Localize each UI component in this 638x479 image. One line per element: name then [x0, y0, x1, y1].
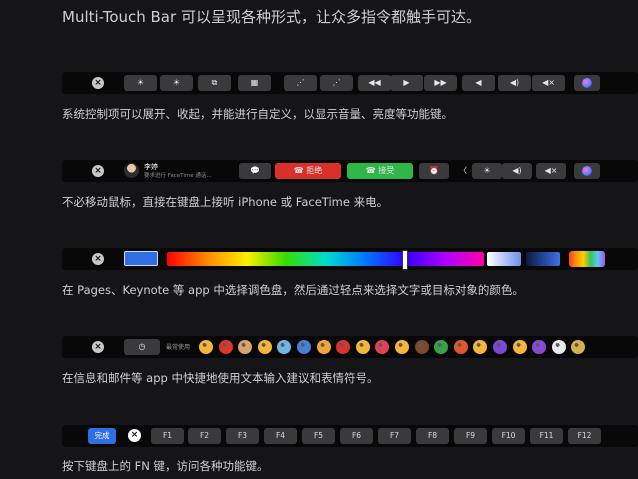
alarm-button[interactable]: ⏰	[419, 163, 449, 179]
emoji-17-icon[interactable]	[512, 340, 527, 354]
color-palette-button[interactable]	[569, 251, 605, 267]
phone-hangup-icon: ☎	[293, 166, 307, 175]
touch-bar-function-keys: 完成 × F1 F2 F3 F4 F5 F6 F7 F8 F9 F10 F11 …	[62, 425, 638, 447]
f12-key[interactable]: F12	[568, 428, 601, 444]
emoji-16-icon[interactable]	[493, 340, 507, 354]
accept-label: 接受	[378, 166, 395, 175]
decline-call-button[interactable]: ☎ 拒绝	[275, 163, 341, 179]
play-pause-button[interactable]: ▶	[390, 75, 423, 91]
close-icon[interactable]: ×	[92, 165, 104, 177]
emoji-19-icon[interactable]	[551, 340, 566, 354]
clock-icon: ◷	[138, 342, 146, 351]
emoji-12-icon[interactable]	[414, 340, 429, 354]
expand-controls-button[interactable]: 〈	[454, 163, 472, 179]
avatar	[124, 163, 139, 178]
f9-key[interactable]: F9	[454, 428, 487, 444]
fast-forward-button[interactable]: ▶▶	[424, 75, 457, 91]
f4-key[interactable]: F4	[264, 428, 297, 444]
caption-color-picker: 在 Pages、Keynote 等 app 中选择调色盘，然后通过轻点来选择文字…	[62, 283, 524, 297]
close-icon[interactable]: ×	[92, 341, 104, 353]
f2-key[interactable]: F2	[188, 428, 221, 444]
volume-down-button[interactable]: ◀	[462, 75, 495, 91]
caller-status: 要求进行 FaceTime 通话...	[144, 173, 212, 179]
siri-icon	[582, 166, 592, 176]
f11-key[interactable]: F11	[530, 428, 563, 444]
siri-button[interactable]	[574, 163, 600, 179]
keyboard-brightness-down-button[interactable]: ⋰	[284, 75, 317, 91]
emoji-15-icon[interactable]	[473, 340, 488, 354]
done-button[interactable]: 完成	[88, 428, 116, 444]
shade-slider[interactable]	[526, 252, 560, 266]
frequently-used-label: 最常使用	[166, 344, 191, 351]
caption-emoji: 在信息和邮件等 app 中快捷地使用文本输入建议和表情符号。	[62, 371, 379, 385]
decline-label: 拒绝	[306, 166, 323, 175]
emoji-10-icon[interactable]	[375, 340, 390, 354]
f7-key[interactable]: F7	[378, 428, 411, 444]
emoji-18-icon[interactable]	[532, 340, 547, 354]
emoji-3-icon[interactable]	[238, 340, 253, 354]
launchpad-button[interactable]: ▦	[238, 75, 271, 91]
close-icon[interactable]: ×	[92, 253, 104, 265]
emoji-4-icon[interactable]	[257, 340, 272, 354]
touch-bar-color-picker: ×	[62, 248, 638, 270]
hue-slider[interactable]	[167, 252, 484, 266]
recent-emoji-button[interactable]: ◷	[124, 339, 160, 355]
mute-button[interactable]: ◀×	[532, 75, 565, 91]
accept-call-button[interactable]: ☎ 接受	[347, 163, 413, 179]
brightness-down-button[interactable]: ☀	[124, 75, 157, 91]
touch-bar-incoming-call: × 李婷 要求进行 FaceTime 通话... 💬 ☎ 拒绝 ☎ 接受 ⏰ 〈…	[62, 160, 638, 182]
close-icon[interactable]: ×	[92, 77, 104, 89]
phone-icon: ☎	[365, 166, 379, 175]
siri-button[interactable]	[574, 75, 600, 91]
keyboard-brightness-up-button[interactable]: ⋰	[320, 75, 353, 91]
emoji-1-icon[interactable]	[199, 340, 213, 354]
f10-key[interactable]: F10	[492, 428, 525, 444]
mute-button[interactable]: ◀×	[536, 163, 566, 179]
emoji-7-icon[interactable]	[316, 340, 331, 354]
mission-control-button[interactable]: ⧉	[198, 75, 231, 91]
brightness-up-button[interactable]: ☀	[160, 75, 193, 91]
f8-key[interactable]: F8	[416, 428, 449, 444]
hue-slider-handle[interactable]	[402, 250, 408, 270]
emoji-5-icon[interactable]	[277, 340, 292, 354]
close-icon[interactable]: ×	[128, 429, 141, 442]
emoji-14-icon[interactable]	[453, 340, 468, 354]
f1-key[interactable]: F1	[151, 428, 184, 444]
caption-function-keys: 按下键盘上的 FN 键，访问各种功能键。	[62, 459, 269, 473]
touch-bar-emoji: × ◷ 最常使用	[62, 336, 638, 358]
emoji-2-icon[interactable]	[218, 340, 233, 354]
message-button[interactable]: 💬	[239, 163, 271, 179]
emoji-13-icon[interactable]	[434, 340, 449, 354]
f6-key[interactable]: F6	[340, 428, 373, 444]
emoji-11-icon[interactable]	[395, 340, 409, 354]
volume-button[interactable]: ◀)	[502, 163, 532, 179]
emoji-8-icon[interactable]	[336, 340, 351, 354]
emoji-9-icon[interactable]	[355, 340, 370, 354]
emoji-6-icon[interactable]	[297, 340, 311, 354]
f3-key[interactable]: F3	[226, 428, 259, 444]
caption-system-controls: 系统控制项可以展开、收起，并能进行自定义，以显示音量、亮度等功能键。	[62, 107, 453, 121]
brightness-button[interactable]: ☀	[472, 163, 502, 179]
caption-incoming-call: 不必移动鼠标，直接在键盘上接听 iPhone 或 FaceTime 来电。	[62, 195, 389, 209]
volume-up-button[interactable]: ◀)	[498, 75, 531, 91]
rewind-button[interactable]: ◀◀	[358, 75, 391, 91]
emoji-20-icon[interactable]	[571, 340, 586, 354]
touch-bar-system-controls: × ☀ ☀ ⧉ ▦ ⋰ ⋰ ◀◀ ▶ ▶▶ ◀ ◀) ◀×	[62, 72, 638, 94]
current-color-swatch[interactable]	[124, 251, 158, 266]
f5-key[interactable]: F5	[302, 428, 335, 444]
siri-icon	[582, 78, 592, 88]
tint-slider[interactable]	[487, 252, 521, 266]
page-heading: Multi-Touch Bar 可以呈现各种形式，让众多指令都触手可达。	[62, 8, 481, 26]
